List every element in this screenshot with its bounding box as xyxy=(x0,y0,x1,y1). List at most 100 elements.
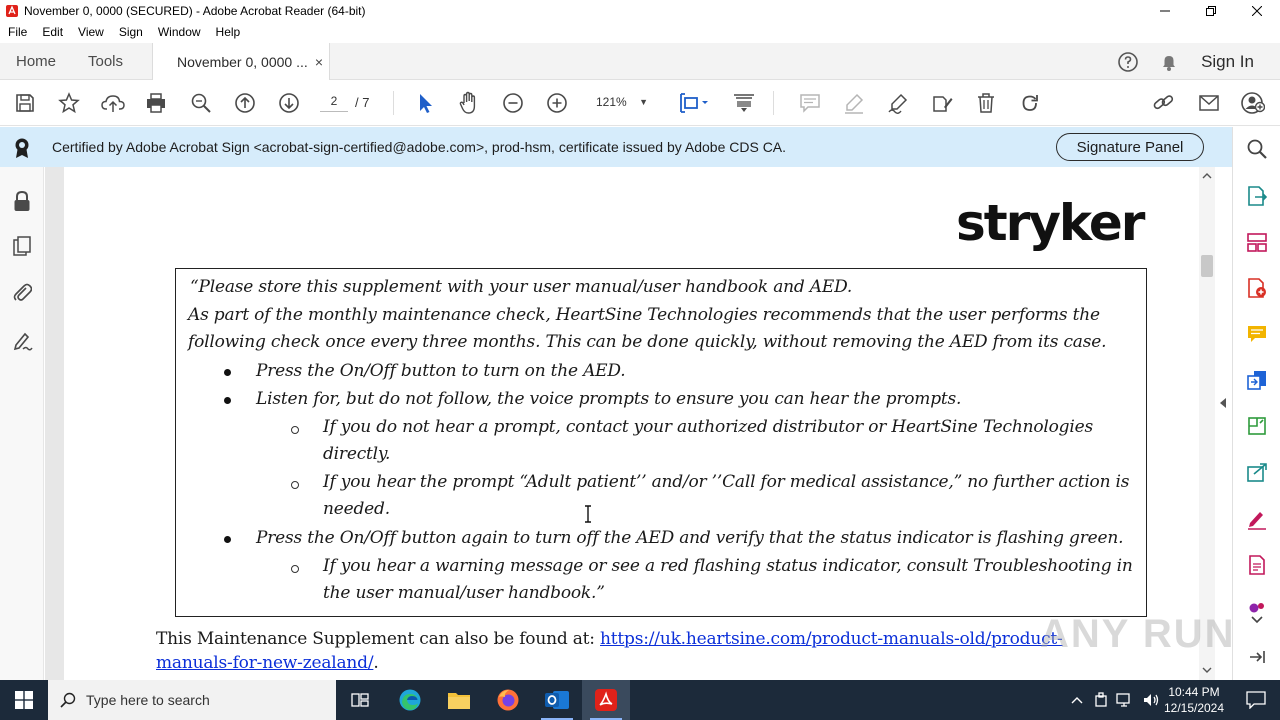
fill-sign-icon[interactable] xyxy=(930,91,954,115)
start-button[interactable] xyxy=(0,680,48,720)
bullet-dot xyxy=(224,536,231,543)
next-page-icon[interactable] xyxy=(277,91,301,115)
tab-document[interactable]: November 0, 0000 ... × xyxy=(152,43,330,81)
bullet-item-1: Press the On/Off button to turn on the A… xyxy=(256,361,626,381)
notification-center-button[interactable] xyxy=(1232,680,1280,720)
collapse-right-pane-icon[interactable] xyxy=(1219,397,1227,409)
edge-taskbar-button[interactable] xyxy=(386,680,434,720)
expand-tools-chevron-icon[interactable] xyxy=(1251,616,1263,624)
search-zoom-icon[interactable] xyxy=(1245,137,1269,161)
comment-tool-icon[interactable] xyxy=(1245,322,1269,346)
select-cursor-icon[interactable] xyxy=(413,91,437,115)
page-layout-icon[interactable] xyxy=(678,91,712,115)
upload-cloud-icon[interactable] xyxy=(101,91,125,115)
chevron-up-icon[interactable] xyxy=(1070,695,1084,705)
signature-pen-icon[interactable] xyxy=(10,329,34,353)
sub-bullet-1-line-2: directly. xyxy=(323,444,391,464)
network-icon[interactable] xyxy=(1116,692,1134,708)
send-for-review-icon[interactable] xyxy=(1245,460,1269,484)
menu-file[interactable]: File xyxy=(8,25,27,39)
notification-bell-icon[interactable] xyxy=(1159,52,1179,72)
page-thumbnails-icon[interactable] xyxy=(10,234,34,258)
minimize-button[interactable] xyxy=(1142,0,1188,22)
volume-icon[interactable] xyxy=(1142,692,1160,708)
scrolling-mode-icon[interactable] xyxy=(732,91,756,115)
zoom-in-icon[interactable] xyxy=(545,91,569,115)
zoom-value: 121% xyxy=(596,95,627,109)
page-total: / 7 xyxy=(355,95,370,110)
create-pdf-icon[interactable] xyxy=(1245,276,1269,300)
export-pdf-icon[interactable] xyxy=(1245,184,1269,208)
close-window-button[interactable] xyxy=(1234,0,1280,22)
zoom-out-icon[interactable] xyxy=(501,91,525,115)
link-icon[interactable] xyxy=(1152,91,1176,115)
firefox-taskbar-button[interactable] xyxy=(484,680,532,720)
email-icon[interactable] xyxy=(1197,91,1221,115)
bullet-dot xyxy=(224,397,231,404)
comment-icon[interactable] xyxy=(798,91,822,115)
menu-help[interactable]: Help xyxy=(216,25,241,39)
edit-pdf-icon[interactable] xyxy=(1245,553,1269,577)
combine-files-icon[interactable] xyxy=(1245,368,1269,392)
tab-home[interactable]: Home xyxy=(16,43,56,80)
maximize-button[interactable] xyxy=(1188,0,1234,22)
scroll-down-icon[interactable] xyxy=(1202,667,1212,674)
menu-bar: File Edit View Sign Window Help xyxy=(0,22,1280,42)
footer-line-1: This Maintenance Supplement can also be … xyxy=(156,629,1063,649)
search-icon xyxy=(60,692,76,708)
find-zoom-icon[interactable] xyxy=(189,91,213,115)
menu-view[interactable]: View xyxy=(78,25,104,39)
hand-tool-icon[interactable] xyxy=(457,91,481,115)
bullet-dot xyxy=(224,369,231,376)
manual-link-part-1[interactable]: https://uk.heartsine.com/product-manuals… xyxy=(600,629,1063,649)
security-icon[interactable] xyxy=(1094,692,1108,708)
manual-link-part-2[interactable]: manuals-for-new-zealand/ xyxy=(156,653,374,673)
close-tab-icon[interactable]: × xyxy=(315,54,323,70)
file-explorer-taskbar-button[interactable] xyxy=(435,680,483,720)
zoom-dropdown[interactable]: 121% ▼ xyxy=(590,90,654,114)
previous-page-icon[interactable] xyxy=(233,91,257,115)
system-tray xyxy=(1070,680,1160,720)
maintenance-note-box: “Please store this supplement with your … xyxy=(175,268,1147,617)
sub-bullet-circle xyxy=(291,565,299,573)
highlight-icon[interactable] xyxy=(842,91,866,115)
fill-and-sign-icon[interactable] xyxy=(1245,507,1269,531)
vertical-scrollbar[interactable] xyxy=(1199,167,1215,680)
taskbar-search-box[interactable]: Type here to search xyxy=(48,680,336,720)
menu-sign[interactable]: Sign xyxy=(119,25,143,39)
task-view-button[interactable] xyxy=(336,680,384,720)
page-number-input[interactable]: 2 xyxy=(320,90,348,112)
compress-pdf-icon[interactable] xyxy=(1245,414,1269,438)
window-title: November 0, 0000 (SECURED) - Adobe Acrob… xyxy=(24,4,366,18)
scroll-up-icon[interactable] xyxy=(1202,172,1212,179)
menu-window[interactable]: Window xyxy=(158,25,201,39)
firefox-icon xyxy=(497,689,519,711)
outlook-taskbar-button[interactable] xyxy=(533,680,581,720)
rotate-icon[interactable] xyxy=(1018,91,1042,115)
menu-edit[interactable]: Edit xyxy=(42,25,63,39)
collapse-panel-arrow-icon[interactable] xyxy=(1245,645,1269,669)
attachment-icon[interactable] xyxy=(10,280,34,304)
acrobat-taskbar-button[interactable] xyxy=(582,680,630,720)
outlook-icon xyxy=(545,691,569,709)
certification-banner: Certified by Adobe Acrobat Sign <acrobat… xyxy=(0,127,1232,167)
note-line-1: “Please store this supplement with your … xyxy=(190,277,853,297)
taskbar-clock[interactable]: 10:44 PM 12/15/2024 xyxy=(1160,684,1228,716)
draw-sign-icon[interactable] xyxy=(886,91,910,115)
pdf-page: stryker “Please store this supplement wi… xyxy=(64,167,1199,680)
sign-in-button[interactable]: Sign In xyxy=(1201,52,1254,72)
share-user-icon[interactable] xyxy=(1241,91,1265,115)
sub-bullet-3-line-2: the user manual/user handbook.” xyxy=(323,583,605,603)
bullet-item-2: Listen for, but do not follow, the voice… xyxy=(256,389,962,409)
help-icon[interactable] xyxy=(1117,51,1139,73)
scrollbar-thumb[interactable] xyxy=(1201,255,1213,277)
save-icon[interactable] xyxy=(13,91,37,115)
delete-icon[interactable] xyxy=(974,91,998,115)
signature-panel-button[interactable]: Signature Panel xyxy=(1056,133,1204,161)
lock-icon[interactable] xyxy=(10,189,34,213)
right-panel-divider xyxy=(1232,127,1233,680)
organize-pages-icon[interactable] xyxy=(1245,230,1269,254)
print-icon[interactable] xyxy=(144,91,168,115)
tab-tools[interactable]: Tools xyxy=(88,43,123,80)
bookmark-star-icon[interactable] xyxy=(57,91,81,115)
